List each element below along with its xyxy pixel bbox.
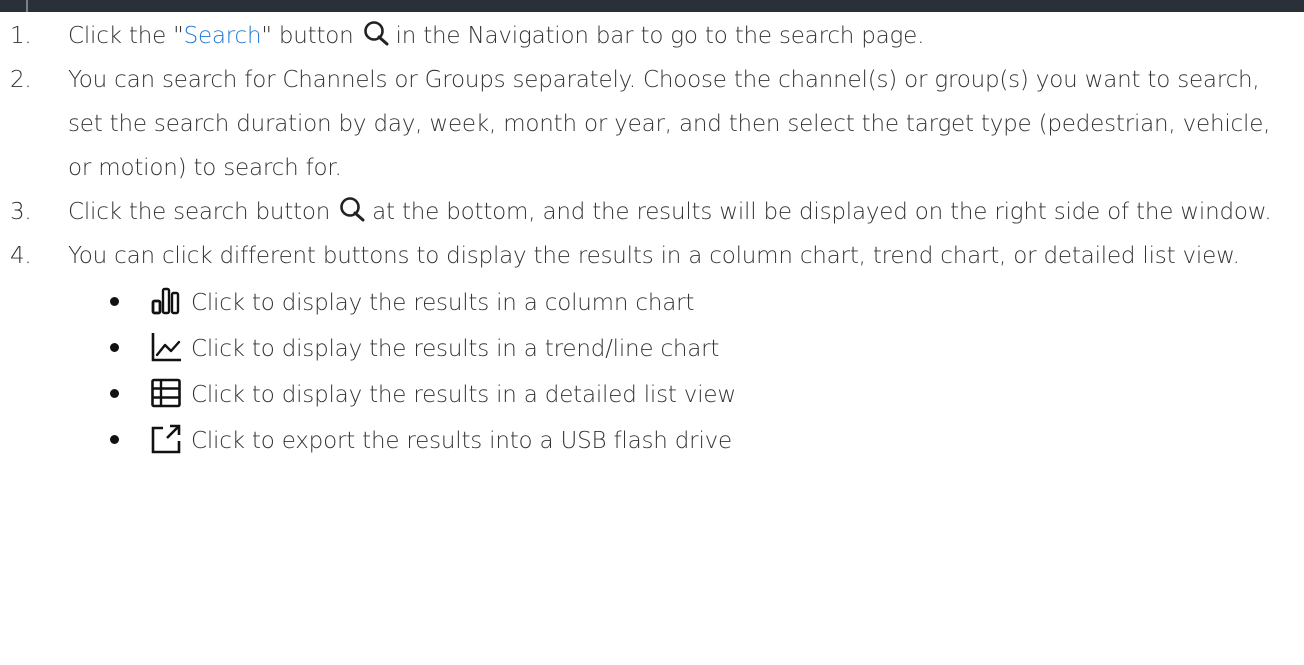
- bullet-dot: [110, 435, 119, 444]
- step-text: Click the search button at the bottom, an…: [68, 190, 1298, 234]
- header-bar: [0, 0, 1304, 12]
- bullet-text: Click to display the results in a trend/…: [191, 336, 720, 362]
- step-text-part: " button: [261, 23, 354, 49]
- search-link[interactable]: Search: [184, 23, 262, 49]
- step-text-part: Click the ": [68, 23, 184, 49]
- line-chart-icon: [151, 333, 181, 362]
- bullet-text: Click to display the results in a detail…: [191, 382, 736, 408]
- step-text: You can click different buttons to displ…: [68, 243, 1240, 269]
- step-2: 2. You can search for Channels or Groups…: [0, 58, 1304, 190]
- list-item: Click to display the results in a column…: [0, 278, 1304, 324]
- search-icon: [363, 21, 389, 46]
- bullet-dot: [110, 297, 119, 306]
- export-icon: [151, 424, 181, 454]
- step-text: You can search for Channels or Groups se…: [68, 67, 1271, 181]
- step-text: Click the "Search" button in the Navigati…: [68, 14, 1298, 58]
- list-item: Click to display the results in a detail…: [0, 370, 1304, 416]
- view-options-list: Click to display the results in a column…: [0, 278, 1304, 462]
- step-number: 2.: [10, 67, 32, 93]
- list-item: Click to display the results in a trend/…: [0, 324, 1304, 370]
- step-1: 1. Click the "Search" button in the Navig…: [0, 14, 1304, 58]
- header-divider: [26, 0, 28, 12]
- list-item: Click to export the results into a USB f…: [0, 416, 1304, 462]
- step-number: 1.: [10, 23, 32, 49]
- list-view-icon: [151, 378, 181, 408]
- bullet-dot: [110, 389, 119, 398]
- step-text-part: at the bottom, and the results will be d…: [372, 199, 1272, 225]
- column-chart-icon: [151, 287, 180, 315]
- step-number: 4.: [10, 243, 32, 269]
- bullet-text: Click to export the results into a USB f…: [191, 428, 732, 454]
- step-number: 3.: [10, 199, 32, 225]
- step-4: 4. You can click different buttons to di…: [0, 234, 1304, 278]
- instructions: 1. Click the "Search" button in the Navig…: [0, 14, 1304, 462]
- step-3: 3. Click the search button at the bottom,…: [0, 190, 1304, 234]
- bullet-dot: [110, 343, 119, 352]
- search-icon: [340, 197, 365, 222]
- step-text-part: Click the search button: [68, 199, 331, 225]
- step-text-part: in the Navigation bar to go to the searc…: [395, 23, 925, 49]
- bullet-text: Click to display the results in a column…: [191, 290, 695, 316]
